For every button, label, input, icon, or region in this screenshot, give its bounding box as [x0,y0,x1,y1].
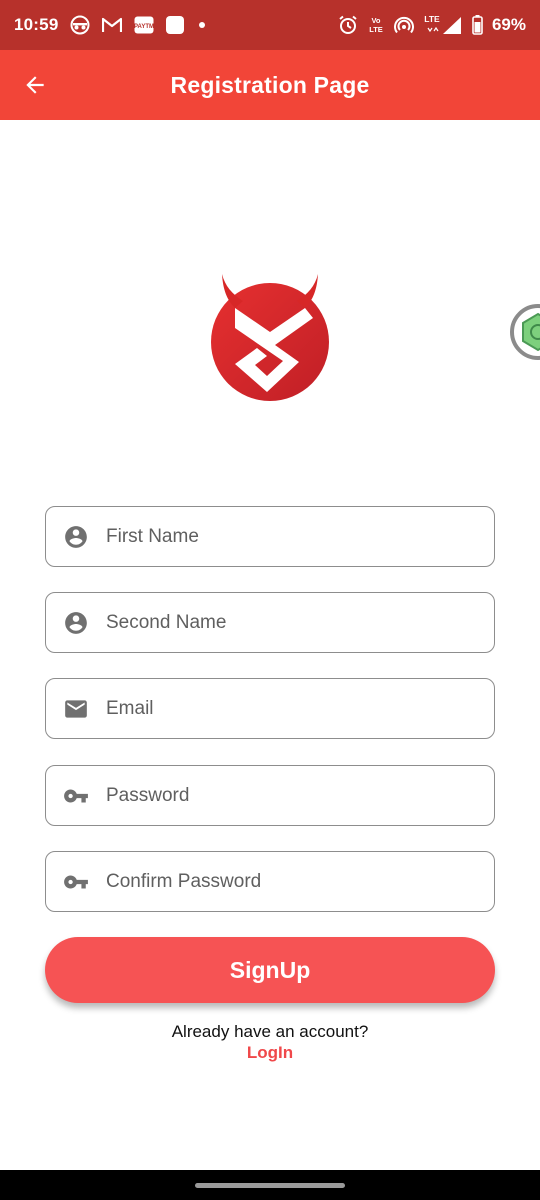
login-link[interactable]: LogIn [0,1043,540,1063]
dot-icon [196,19,208,31]
status-time: 10:59 [14,15,59,34]
hotspot-icon [394,15,414,35]
svg-text:PAYTM: PAYTM [134,24,154,30]
account-circle-icon [46,610,106,636]
battery-percentage: 69% [491,15,526,34]
already-have-account-text: Already have an account? [171,1022,369,1041]
paytm-icon: PAYTM [134,16,154,34]
home-indicator[interactable] [195,1183,345,1188]
first-name-input[interactable] [106,507,494,566]
app-logo [205,268,335,404]
status-right-group: Vo LTE LTE 69% [338,14,526,36]
mail-icon [46,696,106,722]
gmail-icon [102,17,123,33]
volte-icon: Vo LTE [367,15,385,35]
confirm-password-field[interactable] [45,851,495,912]
alarm-icon [338,15,358,35]
confirm-password-input[interactable] [106,852,494,911]
back-button[interactable] [18,68,52,102]
first-name-field[interactable] [45,506,495,567]
svg-text:Vo: Vo [371,16,380,25]
second-name-input[interactable] [106,593,494,652]
arrow-left-icon [26,76,44,94]
app-bar: Registration Page [0,50,540,120]
signup-button[interactable]: SignUp [45,937,495,1003]
second-name-field[interactable] [45,592,495,653]
status-left-group: 10:59 PAYTM [14,15,208,35]
email-field[interactable] [45,678,495,739]
floating-assistant-bubble[interactable] [509,303,540,361]
email-input[interactable] [106,679,494,738]
password-field[interactable] [45,765,495,826]
network-label: LTE [424,14,440,24]
status-bar: 10:59 PAYTM Vo LTE LTE 69% [0,0,540,50]
incognito-icon [70,15,90,35]
key-icon [46,783,106,809]
lte-signal-icon: LTE [423,14,463,36]
svg-text:LTE: LTE [369,25,383,34]
square-notification-icon [166,16,185,34]
account-circle-icon [46,524,106,550]
page-title: Registration Page [170,71,370,98]
battery-icon [472,15,483,35]
key-icon [46,869,106,895]
password-input[interactable] [106,766,494,825]
